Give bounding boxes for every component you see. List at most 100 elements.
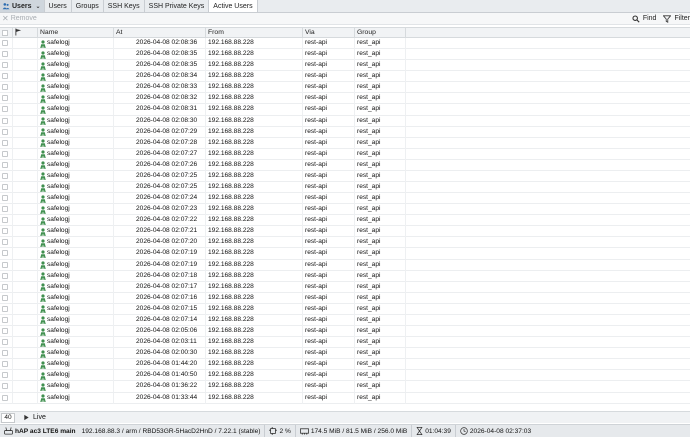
- table-row[interactable]: safelogj 2026-04-08 02:07:20 192.168.88.22…: [0, 237, 690, 249]
- row-checkbox[interactable]: [2, 272, 8, 279]
- row-checkbox[interactable]: [2, 139, 8, 146]
- row-checkbox[interactable]: [2, 239, 8, 246]
- table-row[interactable]: safelogj 2026-04-08 02:07:15 192.168.88.22…: [0, 303, 690, 315]
- table-row[interactable]: safelogj 2026-04-08 02:07:23 192.168.88.22…: [0, 204, 690, 216]
- row-checkbox[interactable]: [2, 328, 8, 335]
- table-row[interactable]: safelogj 2026-04-08 01:40:50 192.168.88.22…: [0, 370, 690, 382]
- row-checkbox[interactable]: [2, 95, 8, 102]
- table-row[interactable]: safelogj 2026-04-08 02:07:28 192.168.88.22…: [0, 137, 690, 149]
- column-header-name[interactable]: Name: [40, 29, 58, 36]
- table-row[interactable]: safelogj 2026-04-08 02:05:06 192.168.88.22…: [0, 326, 690, 338]
- table-row[interactable]: safelogj 2026-04-08 01:36:22 192.168.88.22…: [0, 381, 690, 393]
- row-checkbox[interactable]: [2, 339, 8, 346]
- table-row[interactable]: safelogj 2026-04-08 01:33:44 192.168.88.22…: [0, 392, 690, 404]
- table-row[interactable]: safelogj 2026-04-08 02:08:31 192.168.88.22…: [0, 104, 690, 116]
- table-row[interactable]: safelogj 2026-04-08 02:07:19 192.168.88.22…: [0, 248, 690, 260]
- tab-ssh-keys[interactable]: SSH Keys: [104, 0, 145, 12]
- cell-from: 192.168.88.228: [208, 360, 254, 368]
- toolbar: ✕ Remove Find Filter: [0, 13, 690, 25]
- cell-group: rest_api: [357, 360, 381, 368]
- table-row[interactable]: safelogj 2026-04-08 02:07:16 192.168.88.22…: [0, 292, 690, 304]
- table-row[interactable]: safelogj 2026-04-08 02:07:29 192.168.88.22…: [0, 126, 690, 138]
- row-checkbox[interactable]: [2, 128, 8, 135]
- find-button[interactable]: Find: [632, 14, 656, 23]
- row-checkbox[interactable]: [2, 184, 8, 191]
- table-row[interactable]: safelogj 2026-04-08 02:07:18 192.168.88.22…: [0, 270, 690, 282]
- table-row[interactable]: safelogj 2026-04-08 02:08:30 192.168.88.22…: [0, 115, 690, 127]
- table-row[interactable]: safelogj 2026-04-08 02:03:11 192.168.88.22…: [0, 337, 690, 349]
- tab-users-menu[interactable]: Users ⌄: [0, 0, 45, 12]
- column-header-via[interactable]: Via: [305, 29, 315, 36]
- table-row[interactable]: safelogj 2026-04-08 02:07:17 192.168.88.22…: [0, 281, 690, 293]
- row-checkbox[interactable]: [2, 261, 8, 268]
- cell-at: 2026-04-08 02:07:15: [136, 304, 198, 312]
- table-row[interactable]: safelogj 2026-04-08 02:07:22 192.168.88.22…: [0, 215, 690, 227]
- row-checkbox[interactable]: [2, 84, 8, 91]
- row-checkbox[interactable]: [2, 228, 8, 235]
- table-row[interactable]: safelogj 2026-04-08 01:44:20 192.168.88.22…: [0, 359, 690, 371]
- remove-button[interactable]: ✕ Remove: [2, 14, 37, 23]
- row-checkbox[interactable]: [2, 172, 8, 179]
- table-row[interactable]: safelogj 2026-04-08 02:07:25 192.168.88.22…: [0, 182, 690, 194]
- flag-icon[interactable]: [15, 28, 22, 38]
- cell-name: safelogj: [47, 72, 70, 80]
- row-checkbox[interactable]: [2, 161, 8, 168]
- row-checkbox[interactable]: [2, 305, 8, 312]
- row-checkbox[interactable]: [2, 51, 8, 58]
- tab-groups[interactable]: Groups: [72, 0, 104, 12]
- table-row[interactable]: safelogj 2026-04-08 02:08:36 192.168.88.22…: [0, 38, 690, 50]
- table-row[interactable]: safelogj 2026-04-08 02:07:19 192.168.88.22…: [0, 259, 690, 271]
- cell-name: safelogj: [47, 94, 70, 102]
- row-checkbox[interactable]: [2, 361, 8, 368]
- row-checkbox[interactable]: [2, 372, 8, 379]
- row-checkbox[interactable]: [2, 250, 8, 257]
- filter-button[interactable]: Filter: [663, 14, 690, 23]
- row-count: 40: [1, 412, 15, 423]
- tab-active-users[interactable]: Active Users: [209, 0, 258, 12]
- table-row[interactable]: safelogj 2026-04-08 02:07:24 192.168.88.22…: [0, 193, 690, 205]
- cell-from: 192.168.88.228: [208, 293, 254, 301]
- row-checkbox[interactable]: [2, 316, 8, 323]
- table-row[interactable]: safelogj 2026-04-08 02:08:35 192.168.88.22…: [0, 49, 690, 61]
- table-row[interactable]: safelogj 2026-04-08 02:07:21 192.168.88.22…: [0, 226, 690, 238]
- row-checkbox[interactable]: [2, 73, 8, 80]
- user-icon: [40, 350, 46, 358]
- table-row[interactable]: safelogj 2026-04-08 02:07:14 192.168.88.22…: [0, 314, 690, 327]
- tab-ssh-private-keys[interactable]: SSH Private Keys: [145, 0, 210, 12]
- column-header-group[interactable]: Group: [357, 29, 376, 36]
- user-icon: [40, 272, 46, 281]
- table-row[interactable]: safelogj 2026-04-08 02:07:25 192.168.88.22…: [0, 170, 690, 183]
- row-checkbox[interactable]: [2, 150, 8, 157]
- cell-group: rest_api: [357, 83, 381, 91]
- row-checkbox[interactable]: [2, 40, 8, 46]
- tab-users[interactable]: Users: [45, 0, 72, 12]
- row-checkbox[interactable]: [2, 217, 8, 224]
- table-row[interactable]: safelogj 2026-04-08 02:08:34 192.168.88.22…: [0, 71, 690, 83]
- live-label: Live: [33, 414, 46, 421]
- row-checkbox[interactable]: [2, 394, 8, 401]
- live-toggle[interactable]: Live: [23, 414, 46, 421]
- row-checkbox[interactable]: [2, 106, 8, 113]
- table-row[interactable]: safelogj 2026-04-08 02:08:32 192.168.88.22…: [0, 93, 690, 105]
- row-checkbox[interactable]: [2, 62, 8, 69]
- row-checkbox[interactable]: [2, 350, 8, 357]
- cell-via: rest-api: [305, 50, 327, 58]
- row-checkbox[interactable]: [2, 117, 8, 124]
- table-row[interactable]: safelogj 2026-04-08 02:08:33 192.168.88.22…: [0, 82, 690, 94]
- row-checkbox[interactable]: [2, 195, 8, 202]
- column-header-at[interactable]: At: [116, 29, 122, 36]
- table-row[interactable]: safelogj 2026-04-08 02:08:35 192.168.88.22…: [0, 60, 690, 72]
- table-row[interactable]: safelogj 2026-04-08 02:07:26 192.168.88.22…: [0, 159, 690, 171]
- table-row[interactable]: safelogj 2026-04-08 02:00:30 192.168.88.22…: [0, 348, 690, 360]
- cell-group: rest_api: [357, 183, 381, 191]
- row-checkbox[interactable]: [2, 283, 8, 290]
- row-checkbox[interactable]: [2, 383, 8, 390]
- clock-status: 2026-04-08 02:37:03: [456, 425, 535, 437]
- row-checkbox[interactable]: [2, 206, 8, 213]
- cell-name: safelogj: [47, 149, 70, 157]
- column-header-from[interactable]: From: [208, 29, 224, 36]
- table-row[interactable]: safelogj 2026-04-08 02:07:27 192.168.88.22…: [0, 148, 690, 160]
- cell-at: 2026-04-08 01:40:50: [136, 371, 198, 379]
- row-checkbox[interactable]: [2, 294, 8, 301]
- cell-at: 2026-04-08 02:03:11: [136, 338, 197, 346]
